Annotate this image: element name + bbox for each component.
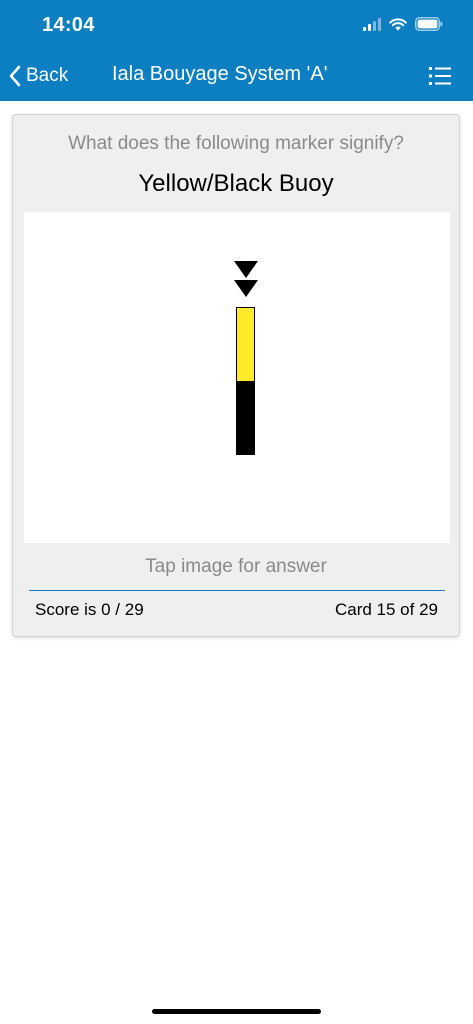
back-label: Back bbox=[26, 65, 69, 86]
buoy-yellow-section bbox=[236, 307, 255, 382]
divider bbox=[29, 590, 445, 591]
buoy-black-section bbox=[236, 381, 255, 455]
chevron-left-icon bbox=[9, 65, 21, 87]
wifi-icon bbox=[389, 18, 407, 31]
list-icon bbox=[429, 67, 451, 85]
home-indicator[interactable] bbox=[152, 1009, 321, 1014]
card-question: What does the following marker signify? bbox=[68, 133, 404, 154]
topmark-lower-cone bbox=[234, 280, 258, 297]
flash-card: What does the following marker signify? … bbox=[12, 114, 460, 637]
app-header: 14:04 Back Iala Bouyage System 'A' bbox=[0, 0, 473, 101]
menu-button[interactable] bbox=[429, 66, 451, 86]
battery-icon bbox=[415, 17, 443, 31]
card-counter: Card 15 of 29 bbox=[334, 600, 438, 619]
marker-image[interactable] bbox=[24, 212, 450, 543]
status-time: 14:04 bbox=[42, 14, 95, 36]
page-title: Iala Bouyage System 'A' bbox=[112, 63, 328, 85]
status-bar: 14:04 bbox=[0, 0, 473, 52]
cellular-signal-icon bbox=[363, 17, 381, 31]
topmark-upper-cone bbox=[234, 261, 258, 278]
tap-hint: Tap image for answer bbox=[145, 556, 327, 577]
buoy-marker-drawing bbox=[234, 261, 258, 455]
score-text: Score is 0 / 29 bbox=[35, 600, 144, 619]
card-title: Yellow/Black Buoy bbox=[138, 170, 334, 197]
back-button[interactable]: Back bbox=[8, 62, 68, 90]
status-icons bbox=[363, 17, 443, 31]
navigation-bar: Back Iala Bouyage System 'A' bbox=[0, 52, 473, 101]
